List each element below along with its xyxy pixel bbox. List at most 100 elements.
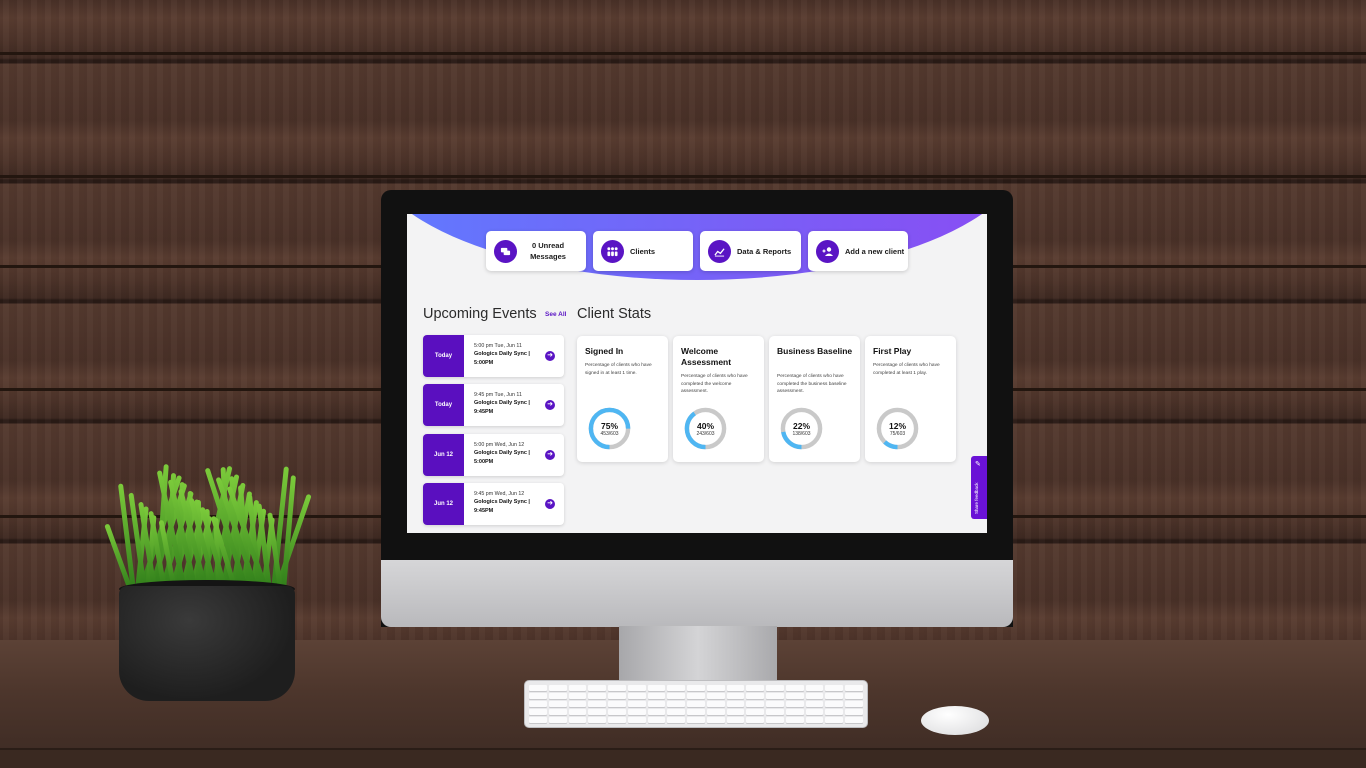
keyboard-key — [785, 717, 804, 723]
keyboard-key — [627, 685, 646, 691]
keyboard-key — [726, 709, 745, 715]
keyboard-key — [588, 701, 607, 707]
app-screen: 0 Unread Messages Clients Data & Reports… — [407, 214, 987, 533]
keyboard-key — [726, 701, 745, 707]
keyboard-key — [608, 685, 626, 691]
stat-fraction: 75/603 — [889, 431, 906, 437]
keyboard-key — [647, 693, 666, 699]
mouse — [921, 706, 989, 735]
keyboard-key — [766, 693, 784, 699]
keyboard-key — [687, 701, 705, 707]
event-time: 9:45 pm Wed, Jun 12 — [474, 491, 525, 497]
share-feedback-button[interactable]: ✎ Share feedback — [971, 456, 987, 519]
event-time: 9:45 pm Tue, Jun 11 — [474, 392, 522, 398]
clients-button[interactable]: Clients — [593, 231, 693, 271]
stat-title: Business Baseline — [777, 346, 853, 356]
feedback-icon: ✎ — [975, 461, 981, 468]
keyboard-key — [568, 709, 587, 715]
keyboard-key — [805, 693, 824, 699]
stat-title: Signed In — [585, 346, 624, 356]
stat-description: Percentage of clients who have completed… — [777, 374, 847, 394]
keyboard-key — [785, 709, 804, 715]
keyboard-key — [726, 717, 745, 723]
keyboard-key — [588, 709, 607, 715]
arrow-right-icon[interactable]: ➜ — [545, 351, 555, 361]
keyboard-key — [845, 685, 863, 691]
add-client-button[interactable]: Add a new client — [808, 231, 908, 271]
event-time: 5:00 pm Tue, Jun 11 — [474, 343, 522, 349]
stat-description: Percentage of clients who have signed in… — [585, 363, 652, 376]
keyboard-key — [687, 685, 705, 691]
keyboard-key — [805, 701, 824, 707]
keyboard-key — [568, 693, 587, 699]
keyboard-key — [647, 701, 666, 707]
event-card[interactable]: Jun 12 9:45 pm Wed, Jun 12 Gologics Dail… — [423, 483, 564, 525]
keyboard-key — [845, 709, 863, 715]
stat-percent: 75% — [600, 421, 618, 431]
messages-button[interactable]: 0 Unread Messages — [486, 231, 586, 271]
event-date: Today — [423, 335, 464, 377]
stat-title: Welcome Assessment — [681, 346, 732, 367]
keyboard-key — [627, 709, 646, 715]
keyboard-key — [766, 685, 784, 691]
keyboard-key — [825, 685, 844, 691]
keyboard-key — [706, 709, 725, 715]
stat-fraction: 138/603 — [792, 431, 811, 437]
arrow-right-icon[interactable]: ➜ — [545, 400, 555, 410]
stat-card-welcome-assessment: Welcome Assessment Percentage of clients… — [673, 336, 764, 462]
messages-label: 0 Unread Messages — [530, 241, 566, 261]
event-name: Gologics Daily Sync | 9:45PM — [474, 400, 530, 415]
keyboard-key — [746, 701, 765, 707]
stat-description: Percentage of clients who have completed… — [873, 363, 940, 376]
keyboard-key — [766, 709, 784, 715]
clients-label: Clients — [630, 246, 656, 256]
add-client-label: Add a new client — [845, 246, 905, 256]
arrow-right-icon[interactable]: ➜ — [545, 450, 555, 460]
event-card[interactable]: Today 5:00 pm Tue, Jun 11 Gologics Daily… — [423, 335, 564, 377]
see-all-link[interactable]: See All — [545, 311, 566, 318]
arrow-right-icon[interactable]: ➜ — [545, 499, 555, 509]
plank-seam — [0, 52, 1366, 55]
event-card[interactable]: Today 9:45 pm Tue, Jun 11 Gologics Daily… — [423, 384, 564, 426]
keyboard-key — [627, 717, 646, 723]
keyboard-key — [785, 693, 804, 699]
keyboard-key — [568, 701, 587, 707]
keyboard-key — [687, 717, 705, 723]
keyboard-key — [588, 693, 607, 699]
keyboard-key — [627, 693, 646, 699]
event-time: 5:00 pm Wed, Jun 12 — [474, 442, 525, 448]
keyboard-key — [608, 693, 626, 699]
event-card[interactable]: Jun 12 5:00 pm Wed, Jun 12 Gologics Dail… — [423, 434, 564, 476]
event-date: Jun 12 — [423, 483, 464, 525]
data-reports-button[interactable]: Data & Reports — [700, 231, 801, 271]
keyboard-key — [805, 685, 824, 691]
keyboard-key — [845, 717, 863, 723]
add-user-icon — [816, 239, 839, 263]
events-title: Upcoming Events — [423, 306, 537, 322]
keyboard-key — [529, 717, 547, 723]
keyboard-key — [706, 701, 725, 707]
keyboard-key — [548, 717, 567, 723]
desk-edge — [0, 748, 1366, 768]
keyboard-key — [647, 709, 666, 715]
keyboard-key — [825, 717, 844, 723]
keyboard-key — [667, 717, 686, 723]
keyboard-key — [667, 709, 686, 715]
keyboard-key — [548, 685, 567, 691]
keyboard-key — [746, 693, 765, 699]
keyboard-key — [845, 693, 863, 699]
keyboard-key — [548, 709, 567, 715]
keyboard-key — [608, 717, 626, 723]
stat-card-first-play: First Play Percentage of clients who hav… — [865, 336, 956, 462]
people-icon — [601, 239, 624, 263]
keyboard-key — [529, 685, 547, 691]
keyboard-key — [785, 701, 804, 707]
monitor-chin — [381, 560, 1013, 627]
keyboard-key — [548, 693, 567, 699]
stat-fraction: 243/603 — [696, 431, 715, 437]
plank-seam — [0, 175, 1366, 178]
keyboard-key — [568, 685, 587, 691]
stats-title: Client Stats — [577, 306, 652, 322]
keyboard — [524, 680, 868, 728]
keyboard-key — [706, 717, 725, 723]
